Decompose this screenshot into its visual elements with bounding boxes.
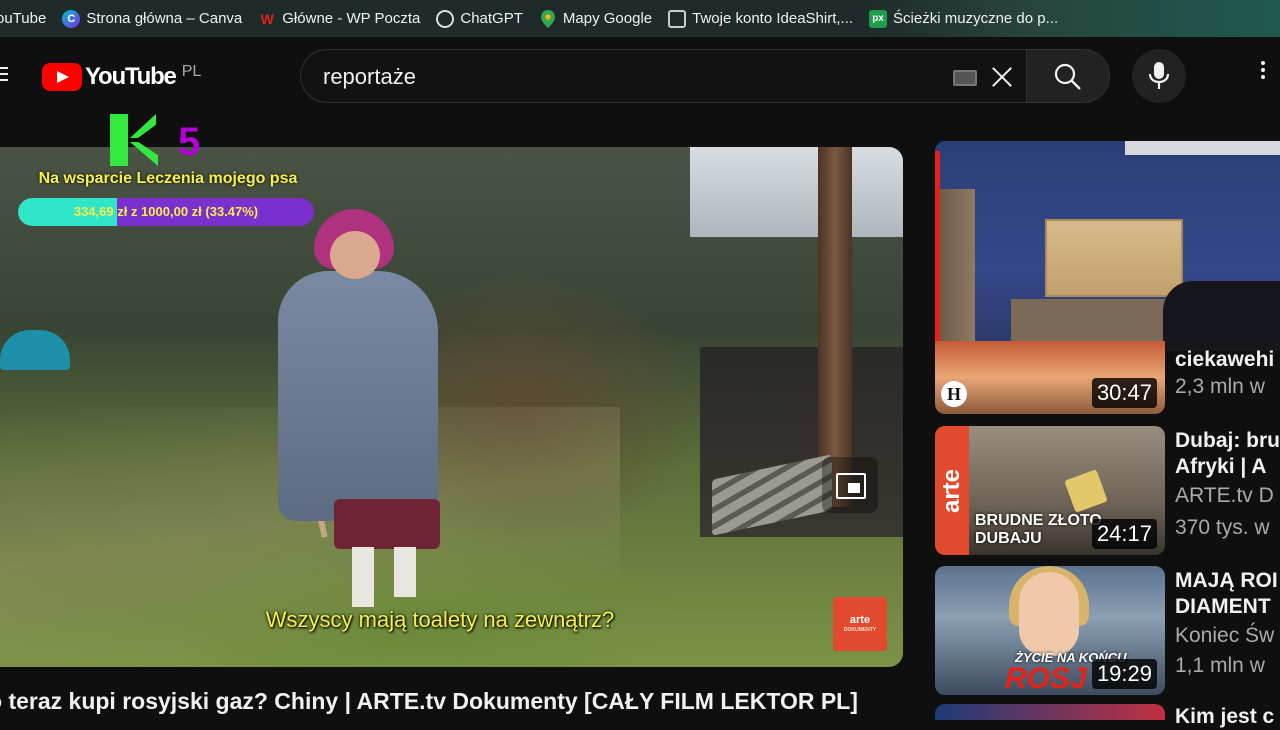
- menu-icon[interactable]: [0, 67, 8, 81]
- arte-side-logo: arte: [935, 426, 969, 555]
- recommendation-item[interactable]: arte BRUDNE ZŁOTO DUBAJU 24:17 Dubaj: br…: [935, 426, 1280, 556]
- youtube-header: YouTube PL: [0, 37, 1280, 117]
- thumbnail-caption: ROSJ: [1005, 662, 1087, 695]
- youtube-play-icon: [42, 63, 82, 91]
- recommendation-item[interactable]: ŻYCIE NA KOŃCU ROSJ 19:29 MAJĄ ROI DIAME…: [935, 566, 1280, 696]
- video-duration: 19:29: [1091, 659, 1157, 689]
- donation-progress-bar: 334,69 zł z 1000,00 zł (33.47%): [18, 198, 314, 226]
- donation-count: 5: [178, 120, 201, 164]
- country-code: PL: [181, 63, 202, 80]
- bookmark-label: ouTube: [0, 10, 47, 27]
- miniplayer-icon[interactable]: [822, 457, 878, 513]
- recommendation-views: 370 tys. w: [1175, 516, 1270, 539]
- video-subtitle: Wszyscy mają toalety na zewnątrz?: [265, 607, 615, 632]
- arte-logo: arte DOKUMENTY: [833, 597, 887, 651]
- bookmark-label: Mapy Google: [562, 10, 653, 27]
- kick-logo-icon: [110, 114, 158, 166]
- bookmark-google-maps[interactable]: Mapy Google: [531, 0, 660, 37]
- donation-progress-text: 334,69 zł z 1000,00 zł (33.47%): [73, 204, 259, 219]
- arte-badge-text: arte: [849, 614, 871, 626]
- recommendation-title[interactable]: ciekawehi: [1175, 347, 1280, 373]
- bookmark-canva[interactable]: C Strona główna – Canva: [54, 0, 250, 37]
- recommendation-views: 1,1 mln w: [1175, 654, 1265, 677]
- search-box: [300, 49, 1026, 103]
- video-scene: [818, 147, 852, 507]
- recommendation-meta: 2,3 mln w: [1175, 375, 1265, 398]
- recommendation-channel[interactable]: Koniec Św: [1175, 624, 1274, 648]
- search-input[interactable]: [323, 62, 923, 92]
- keyboard-icon[interactable]: [953, 70, 977, 86]
- bookmark-chatgpt[interactable]: ChatGPT: [428, 0, 531, 37]
- search-icon: [1054, 63, 1081, 90]
- chatgpt-icon: [436, 9, 455, 28]
- bookmark-sciezki-muzyczne[interactable]: px Ścieżki muzyczne do p...: [861, 0, 1066, 37]
- thumbnail-caption: BRUDNE ZŁOTO DUBAJU: [975, 512, 1102, 547]
- donation-title: Na wsparcie Leczenia mojego psa: [38, 170, 298, 187]
- bookmark-wp-poczta[interactable]: W Główne - WP Poczta: [250, 0, 428, 37]
- recommendation-title[interactable]: Kim jest c: [1175, 704, 1280, 730]
- more-options-icon[interactable]: [1248, 61, 1278, 91]
- recommendation-title[interactable]: Dubaj: bru Afryki | A: [1175, 428, 1280, 480]
- bookmark-label: Ścieżki muzyczne do p...: [893, 10, 1059, 27]
- bookmark-label: Twoje konto IdeaShirt,...: [692, 10, 854, 27]
- bookmark-ideashirt[interactable]: Twoje konto IdeaShirt,...: [660, 0, 861, 37]
- px-icon: px: [869, 9, 888, 28]
- video-scene: [690, 147, 903, 237]
- search-button[interactable]: [1026, 49, 1110, 103]
- recommendation-thumbnail[interactable]: [935, 704, 1165, 720]
- donation-widget: 5 Na wsparcie Leczenia mojego psa 334,69…: [18, 112, 318, 232]
- bookmarks-bar: ouTube C Strona główna – Canva W Główne …: [0, 0, 1280, 37]
- bookmark-label: Strona główna – Canva: [86, 10, 243, 27]
- logo-text: YouTube: [85, 63, 177, 90]
- recommendation-thumbnail[interactable]: arte BRUDNE ZŁOTO DUBAJU 24:17: [935, 426, 1165, 555]
- microphone-icon: [1148, 62, 1170, 89]
- channel-logo-icon: H: [941, 381, 967, 407]
- video-duration: 30:47: [1091, 378, 1157, 408]
- shirt-icon: [668, 9, 687, 28]
- arte-badge-subtext: DOKUMENTY: [843, 627, 877, 633]
- video-duration: 24:17: [1091, 519, 1157, 549]
- canva-icon: C: [62, 9, 81, 28]
- recommendation-thumbnail[interactable]: H 30:47: [935, 341, 1165, 414]
- wp-icon: W: [260, 10, 274, 27]
- recommendation-channel[interactable]: ARTE.tv D: [1175, 484, 1274, 508]
- thumbnail-object: [1064, 469, 1108, 513]
- recommendation-title[interactable]: MAJĄ ROI DIAMENT: [1175, 568, 1280, 620]
- maps-pin-icon: [539, 9, 557, 28]
- video-figure: [268, 209, 468, 629]
- recommendation-item[interactable]: H 30:47 ciekawehi 2,3 mln w: [935, 341, 1280, 415]
- recommendation-item[interactable]: Kim jest c: [935, 704, 1280, 728]
- video-title: o teraz kupi rosyjski gaz? Chiny | ARTE.…: [0, 688, 858, 714]
- clear-search-icon[interactable]: [989, 64, 1015, 90]
- bookmark-youtube[interactable]: ouTube: [0, 0, 54, 37]
- youtube-logo[interactable]: YouTube PL: [42, 63, 201, 91]
- video-scene: [0, 330, 70, 370]
- bookmark-label: Główne - WP Poczta: [282, 10, 421, 27]
- voice-search-button[interactable]: [1132, 49, 1186, 103]
- recommendation-thumbnail[interactable]: ŻYCIE NA KOŃCU ROSJ 19:29: [935, 566, 1165, 695]
- sidebar-thumbnail-large[interactable]: [935, 141, 1280, 351]
- bookmark-label: ChatGPT: [460, 10, 523, 27]
